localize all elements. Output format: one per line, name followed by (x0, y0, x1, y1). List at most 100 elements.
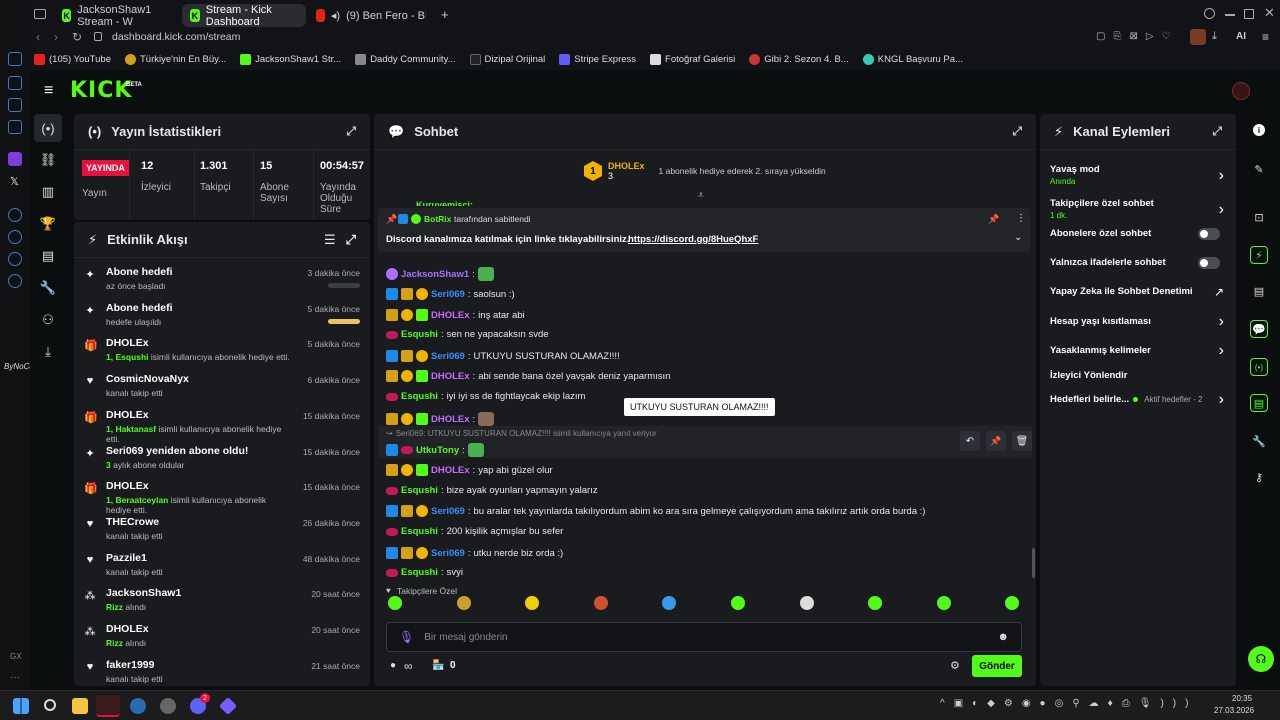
ai-button[interactable]: AI (1236, 31, 1246, 42)
channel-action-item[interactable]: Hesap yaşı kısıtlaması (1050, 316, 1226, 327)
menu-icon[interactable]: ≡ (1262, 30, 1269, 44)
emote-icon[interactable] (936, 596, 951, 610)
emote-icon[interactable] (593, 596, 608, 610)
chevron-right-icon[interactable]: › (1219, 313, 1224, 331)
x-icon[interactable]: 𝕏 (10, 175, 19, 188)
chat-username[interactable]: UtkuTony (416, 445, 459, 456)
settings-icon[interactable]: ⚙ (950, 659, 960, 672)
video-icon[interactable]: ▤ (40, 248, 56, 264)
reply-icon[interactable]: ↶ (960, 431, 980, 451)
chat-message[interactable]: Esqushi: iyi iyi ss de fightlaycak ekip l… (386, 391, 585, 402)
gifter-leaderboard[interactable]: 1 DHOLEx 3 1 abonelik hediye ederek 2. s… (584, 158, 826, 184)
event-item[interactable]: ♥ CosmicNovaNyx kanalı takip etti 6 dakika … (74, 369, 370, 405)
expand-icon[interactable]: ⤢ (1012, 124, 1022, 139)
event-item[interactable]: ♥ faker1999 kanalı takip etti 21 saat önce (74, 655, 370, 686)
unpin-icon[interactable]: 📌 (988, 214, 999, 225)
more-icon[interactable]: ··· (10, 672, 20, 683)
wrench-icon[interactable]: 🔧 (1250, 432, 1268, 450)
tab-kick-dashboard[interactable]: K Stream - Kick Dashboard (182, 4, 306, 28)
event-item[interactable]: ✦ Abone hedefi az önce başladı 3 dakika önc… (74, 262, 370, 298)
app-icon[interactable] (160, 698, 176, 714)
chat-message[interactable]: Esqushi: svyi (386, 567, 463, 578)
extension-icons[interactable]: ▢⎘⊠▷♡ (1096, 31, 1178, 42)
tab-youtube[interactable]: ◂) (9) Ben Fero - BİTMİYO (308, 4, 434, 27)
mic-icon[interactable]: 🎙 (399, 630, 414, 644)
chat-username[interactable]: Esqushi (401, 329, 438, 340)
maximize-icon[interactable] (1244, 9, 1254, 19)
chat-username[interactable]: Seri069 (431, 289, 465, 300)
chevron-right-icon[interactable]: › (1219, 201, 1224, 219)
event-item[interactable]: 🎁 DHOLEx 1, Esqushi isimli kullanıcıya abo… (74, 333, 370, 369)
app-icon[interactable] (218, 696, 238, 716)
chevron-down-icon[interactable]: ⌄ (1014, 232, 1022, 243)
emote-icon[interactable] (662, 596, 677, 610)
event-item[interactable]: ⁂ JacksonShaw1 Rizz alındı 20 saat önce (74, 583, 370, 619)
emote-icon[interactable] (525, 596, 540, 610)
chat-username[interactable]: Esqushi (401, 485, 438, 496)
user-avatar[interactable] (1232, 82, 1250, 100)
windows-start-icon[interactable] (13, 698, 29, 714)
edit-icon[interactable]: ✎ (1250, 160, 1268, 178)
bookmark-turkiye[interactable]: Türkiye'nin En Büy... (124, 53, 226, 65)
event-item[interactable]: ♥ Pazzile1 kanalı takip etti 48 dakika önce (74, 548, 370, 584)
wrench-icon[interactable]: 🔧 (40, 280, 56, 296)
emote-icon[interactable] (799, 596, 814, 610)
chat-username[interactable]: DHOLEx (431, 371, 470, 382)
event-item[interactable]: 🎁 DHOLEx 1, Haktanasf isimli kullanıcıya a… (74, 405, 370, 444)
search-icon[interactable] (1204, 8, 1215, 19)
pinned-by-user[interactable]: BotRix (424, 214, 451, 224)
chat-scrollbar[interactable] (1032, 548, 1035, 578)
toggle-switch[interactable] (1198, 257, 1220, 269)
layout-icon[interactable]: ▤ (1250, 394, 1268, 412)
forward-icon[interactable]: › (54, 30, 58, 44)
settings-icon[interactable] (8, 274, 22, 288)
chevron-right-icon[interactable]: › (1219, 342, 1224, 360)
pinned-link[interactable]: https://discord.gg/8HueQhxF (628, 234, 758, 245)
toggle-switch[interactable] (1198, 228, 1220, 240)
opera-gx-icon[interactable] (96, 695, 120, 717)
key-icon[interactable]: ⚷ (1250, 468, 1268, 486)
chat-username[interactable]: Seri069 (431, 506, 465, 517)
minimize-icon[interactable] (1225, 14, 1235, 16)
info-icon[interactable]: i (1253, 124, 1265, 136)
users-icon[interactable]: ⚇ (40, 312, 56, 328)
chat-message[interactable]: Esqushi:200 kişilik açmışlar bu sefer (386, 526, 563, 537)
sidebar-app-icon[interactable] (8, 52, 22, 66)
url-field[interactable]: dashboard.kick.com/stream (112, 31, 240, 43)
tray-icons[interactable]: ^▣◐◆⚙◉●◎⚲☁♦⎙🎙))) (940, 698, 1197, 709)
close-icon[interactable]: ✕ (1264, 5, 1275, 21)
chat-message[interactable]: Esqushi: sen ne yapacaksın svde (386, 329, 549, 340)
new-tab-button[interactable]: + (441, 7, 449, 22)
bookmark-gibi[interactable]: Gibi 2. Sezon 4. B... (749, 53, 849, 65)
lock-icon[interactable] (94, 32, 102, 41)
trash-icon[interactable]: 🗑 (1012, 431, 1032, 451)
sidebar-app-icon[interactable] (8, 252, 22, 266)
bookmark-stripe[interactable]: Stripe Express (559, 53, 636, 65)
event-item[interactable]: ♥ THECrowe kanalı takip etti 26 dakika önce (74, 512, 370, 548)
bookmark-dizipal[interactable]: Dizipal Orijinal (469, 53, 545, 65)
chat-message[interactable]: Esqushi: bize ayak oyunları yapmayın yala… (386, 485, 598, 496)
filter-icon[interactable]: ☰ (324, 232, 336, 248)
twitch-icon[interactable] (8, 152, 22, 166)
chevron-right-icon[interactable]: › (1219, 391, 1224, 409)
chat-username[interactable]: Seri069 (431, 548, 465, 559)
bookmark-fotograf[interactable]: Fotoğraf Galerisi (650, 53, 735, 65)
sidebar-app-icon[interactable] (8, 230, 22, 244)
channel-action-item[interactable]: İzleyici Yönlendir (1050, 370, 1226, 381)
hamburger-icon[interactable]: ≡ (44, 82, 53, 100)
event-item[interactable]: ✦ Abone hedefi hedefe ulaşıldı 5 dakika önc… (74, 298, 370, 334)
collapse-icon[interactable]: ⩡ (698, 190, 704, 201)
emote-icon[interactable] (1005, 596, 1020, 610)
store-icon[interactable]: 🏪 (432, 660, 444, 671)
support-button[interactable]: ☊ (1248, 646, 1274, 672)
pin-icon[interactable]: 📌 (986, 431, 1006, 451)
sidebar-app-icon[interactable] (8, 76, 22, 90)
lightning-icon[interactable]: ⚡ (1250, 246, 1268, 264)
speaker-icon[interactable]: ◂) (331, 9, 340, 22)
chat-message[interactable]: DHOLEx: inş atar abi (386, 309, 525, 321)
chat-username[interactable]: Esqushi (401, 567, 438, 578)
trophy-icon[interactable]: 🏆 (40, 216, 56, 232)
points-icon[interactable]: ● (390, 660, 396, 671)
sidebar-app-icon[interactable] (8, 120, 22, 134)
emote-icon[interactable] (456, 596, 471, 610)
